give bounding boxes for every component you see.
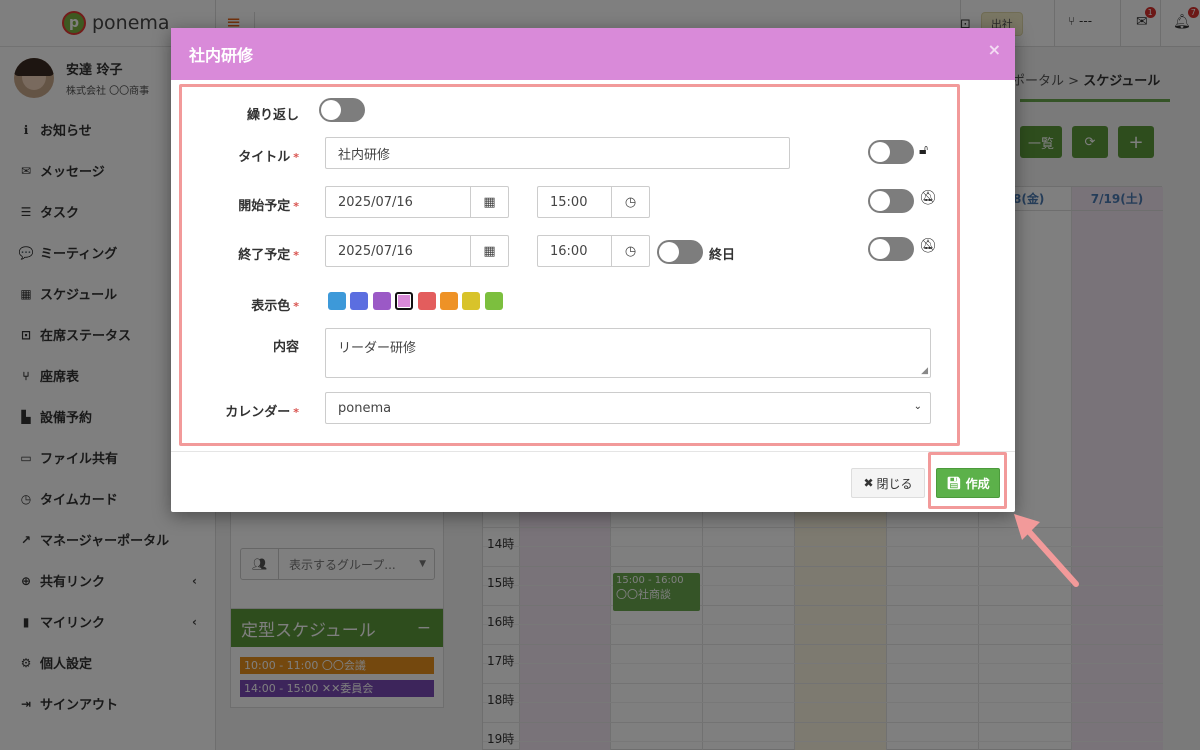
- unlock-icon: 🔓︎: [919, 142, 929, 158]
- save-icon: 💾︎: [946, 476, 962, 490]
- x-icon: ✖: [863, 476, 874, 490]
- end-date-value: 2025/07/16: [338, 243, 413, 259]
- end-time-field[interactable]: 16:00 ◷: [537, 235, 650, 267]
- resize-handle-icon[interactable]: ◢: [921, 366, 928, 376]
- color-swatch[interactable]: [440, 292, 458, 310]
- color-swatch[interactable]: [372, 292, 391, 310]
- color-swatch[interactable]: [417, 292, 436, 310]
- content-label: 内容: [272, 340, 299, 355]
- calendar-value: ponema: [338, 400, 392, 416]
- bell-slash-icon: 🔕︎: [919, 238, 937, 254]
- end-date-field[interactable]: 2025/07/16 ▦: [325, 235, 509, 267]
- color-swatch[interactable]: [462, 292, 481, 310]
- chevron-down-icon: ⌄: [913, 401, 922, 412]
- color-swatch[interactable]: [328, 292, 346, 310]
- repeat-toggle[interactable]: [319, 98, 365, 122]
- end-time-value: 16:00: [550, 243, 588, 259]
- color-swatch[interactable]: [484, 292, 503, 310]
- end-label: 終了予定 *: [238, 248, 299, 263]
- allday-toggle[interactable]: [657, 240, 703, 264]
- dialog-header: 社内研修 ×: [171, 28, 1015, 80]
- start-label: 開始予定 *: [238, 199, 299, 214]
- start-time-field[interactable]: 15:00 ◷: [537, 186, 650, 218]
- content-textarea[interactable]: リーダー研修 ◢: [325, 328, 931, 378]
- title-lock-toggle[interactable]: [868, 140, 914, 164]
- calendar-icon[interactable]: ▦: [470, 236, 508, 266]
- dialog-footer-divider: [171, 451, 1015, 452]
- calendar-label: カレンダー *: [225, 405, 299, 420]
- repeat-label: 繰り返し: [246, 108, 299, 123]
- clock-icon[interactable]: ◷: [611, 187, 649, 217]
- start-notify-toggle[interactable]: [868, 189, 914, 213]
- clock-icon[interactable]: ◷: [611, 236, 649, 266]
- schedule-dialog: 社内研修 × 繰り返し タイトル * 社内研修 🔓︎ 開始予定 * 2025/07/…: [171, 28, 1015, 512]
- start-date-field[interactable]: 2025/07/16 ▦: [325, 186, 509, 218]
- title-label: タイトル *: [238, 150, 299, 165]
- title-value: 社内研修: [338, 147, 391, 163]
- close-icon[interactable]: ×: [988, 40, 1001, 59]
- title-field[interactable]: 社内研修: [325, 137, 790, 169]
- color-swatch[interactable]: [395, 292, 414, 310]
- color-swatch[interactable]: [350, 292, 369, 310]
- dialog-title: 社内研修: [189, 46, 254, 65]
- create-button[interactable]: 💾︎ 作成: [936, 468, 1000, 498]
- color-label: 表示色 *: [251, 299, 299, 314]
- start-time-value: 15:00: [550, 194, 588, 210]
- create-button-label: 作成: [965, 476, 990, 491]
- calendar-select[interactable]: ponema ⌄: [325, 392, 931, 424]
- content-value: リーダー研修: [338, 341, 417, 356]
- close-button[interactable]: ✖ 閉じる: [851, 468, 925, 498]
- start-date-value: 2025/07/16: [338, 194, 413, 210]
- pointer-arrow-icon: [1014, 514, 1079, 587]
- calendar-icon[interactable]: ▦: [470, 187, 508, 217]
- allday-label: 終日: [709, 248, 736, 263]
- close-button-label: 閉じる: [876, 476, 913, 491]
- bell-slash-icon: 🔕︎: [919, 190, 937, 206]
- end-notify-toggle[interactable]: [868, 237, 914, 261]
